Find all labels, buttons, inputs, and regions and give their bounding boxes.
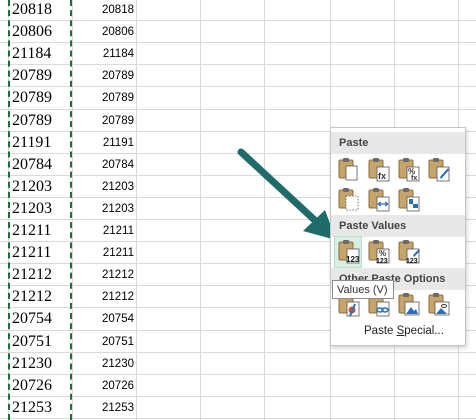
paste-formulas-number-format-icon[interactable]: % fx: [395, 155, 421, 185]
paste-special-menu-item[interactable]: Paste Special...: [364, 325, 444, 337]
paste-values-icon[interactable]: 123: [334, 236, 362, 268]
paste-special-label-suffix: pecial...: [404, 325, 444, 337]
values-tooltip: Values (V): [332, 280, 394, 299]
paste-values-number-format-icon[interactable]: % 123: [365, 237, 391, 267]
paste-picture-icon[interactable]: [395, 290, 421, 320]
keep-source-formatting-icon[interactable]: [425, 155, 451, 185]
transpose-icon[interactable]: [395, 185, 421, 215]
svg-text:123: 123: [346, 255, 360, 264]
paste-values-section-header: Paste Values: [331, 215, 465, 237]
paste-values-source-format-icon[interactable]: 123: [395, 237, 421, 267]
paste-options-menu: Paste fx% fx Paste Values 123% 123 123 Othe…: [330, 127, 466, 346]
svg-text:123: 123: [376, 258, 388, 265]
paste-section-header: Paste: [331, 132, 465, 154]
keep-column-widths-icon[interactable]: [365, 185, 391, 215]
paste-icon[interactable]: [335, 155, 361, 185]
paste-formulas-icon[interactable]: fx: [365, 155, 391, 185]
svg-text:fx: fx: [378, 171, 386, 181]
no-borders-icon[interactable]: [335, 185, 361, 215]
svg-text:%: %: [379, 249, 386, 258]
paste-special-label-prefix: Paste: [364, 325, 397, 337]
svg-text:fx: fx: [411, 175, 417, 182]
linked-picture-icon[interactable]: [425, 290, 451, 320]
svg-text:123: 123: [406, 258, 418, 265]
